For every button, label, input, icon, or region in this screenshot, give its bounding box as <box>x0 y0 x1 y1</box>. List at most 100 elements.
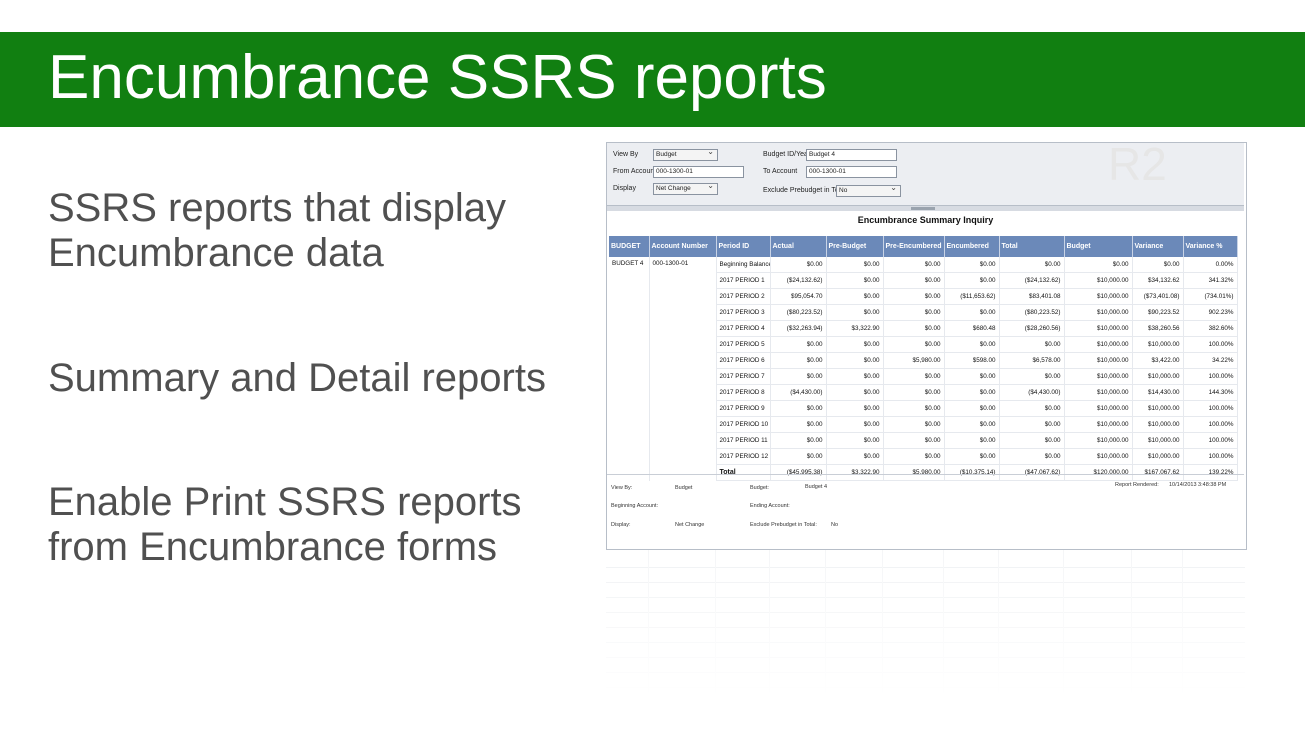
value-cell: $0.00 <box>826 304 884 321</box>
period-id-cell: 2017 PERIOD 5 <box>716 336 771 353</box>
value-cell: ($24,132.62) <box>999 272 1065 289</box>
value-cell: $10,000.00 <box>1064 288 1133 305</box>
exclude-prebudget-select[interactable]: No <box>836 183 901 197</box>
reflection-line <box>606 612 1245 613</box>
column-header[interactable]: Variance % <box>1183 236 1238 257</box>
view-by-select[interactable]: Budget <box>653 147 718 161</box>
value-cell: $0.00 <box>826 416 884 433</box>
period-id-cell: 2017 PERIOD 4 <box>716 320 771 337</box>
value-cell: $0.00 <box>883 336 945 353</box>
value-cell: $0.00 <box>999 416 1065 433</box>
value-cell: ($32,263.94) <box>770 320 827 337</box>
to-account-label: To Account <box>763 168 798 175</box>
value-cell: $0.00 <box>770 257 827 273</box>
value-cell: $0.00 <box>999 368 1065 385</box>
value-cell: $0.00 <box>944 272 1000 289</box>
footer-beginning-account-label: Beginning Account: <box>611 503 659 509</box>
column-header[interactable]: BUDGET <box>609 236 650 257</box>
value-cell: $0.00 <box>999 448 1065 465</box>
value-cell: 100.00% <box>1183 400 1238 417</box>
value-cell: $0.00 <box>944 257 1000 273</box>
splitter-grip-icon[interactable] <box>911 207 935 210</box>
value-cell: $0.00 <box>944 416 1000 433</box>
value-cell: $0.00 <box>826 400 884 417</box>
reflection-line <box>606 567 1245 568</box>
value-cell: $10,000.00 <box>1064 352 1133 369</box>
value-cell: $0.00 <box>770 368 827 385</box>
footer-separator <box>607 474 1244 475</box>
display-select[interactable]: Net Change <box>653 181 718 195</box>
table-row: BUDGET 4 000-1300-01 Beginning Balances $0.… <box>609 257 1238 481</box>
value-cell: $0.00 <box>944 304 1000 321</box>
value-cell: $0.00 <box>883 384 945 401</box>
value-cell: $14,430.00 <box>1132 384 1184 401</box>
to-account-field[interactable]: 000-1300-01 <box>806 166 897 178</box>
value-cell: $90,223.52 <box>1132 304 1184 321</box>
splitter-bar[interactable] <box>607 206 1244 211</box>
value-cell: 139.22% <box>1183 464 1238 481</box>
value-cell: 0.00% <box>1183 257 1238 273</box>
value-cell: $10,000.00 <box>1132 448 1184 465</box>
column-header[interactable]: Budget <box>1064 236 1133 257</box>
value-cell: $10,000.00 <box>1064 432 1133 449</box>
value-cell: $10,000.00 <box>1064 304 1133 321</box>
value-cell: $0.00 <box>944 448 1000 465</box>
slide-title: Encumbrance SSRS reports <box>48 43 827 112</box>
column-header[interactable]: Encumbered <box>944 236 1000 257</box>
value-cell: ($80,223.52) <box>770 304 827 321</box>
value-cell: ($4,430.00) <box>999 384 1065 401</box>
from-account-field[interactable]: 000-1300-01 <box>653 166 744 178</box>
column-header[interactable]: Total <box>999 236 1065 257</box>
value-cell: $10,000.00 <box>1132 400 1184 417</box>
value-cell: ($11,653.62) <box>944 288 1000 305</box>
value-cell: $0.00 <box>883 320 945 337</box>
value-cell: $0.00 <box>1132 257 1184 273</box>
column-header[interactable]: Pre-Encumbered <box>883 236 945 257</box>
value-cell: $598.00 <box>944 352 1000 369</box>
value-cell: $0.00 <box>944 336 1000 353</box>
value-cell: $10,000.00 <box>1132 336 1184 353</box>
value-cell: $10,000.00 <box>1064 400 1133 417</box>
view-by-label: View By <box>613 151 639 158</box>
footer-rendered-label: Report Rendered: <box>1115 482 1159 488</box>
summary-table: BUDGET Account Number Period ID Actual Pre-B… <box>609 236 1238 481</box>
reflection-column <box>1131 550 1132 700</box>
value-cell: $10,000.00 <box>1064 336 1133 353</box>
value-cell: $0.00 <box>770 336 827 353</box>
value-cell: $95,054.70 <box>770 288 827 305</box>
value-cell: $0.00 <box>826 368 884 385</box>
reflection-line <box>606 642 1245 643</box>
footer-exclude-label: Exclude Prebudget in Total: <box>750 522 817 528</box>
value-cell: $0.00 <box>826 352 884 369</box>
value-cell: $0.00 <box>883 272 945 289</box>
value-cell: $0.00 <box>826 272 884 289</box>
value-cell: ($45,995.38) <box>770 464 827 481</box>
value-cell: $120,000.00 <box>1064 464 1133 481</box>
footer-display-value: Net Change <box>675 522 705 528</box>
column-header[interactable]: Actual <box>770 236 827 257</box>
column-header[interactable]: Period ID <box>716 236 771 257</box>
value-cell: $0.00 <box>770 400 827 417</box>
footer-view-by-label: View By: <box>611 485 633 491</box>
value-cell: 382.60% <box>1183 320 1238 337</box>
value-cell: (734.01%) <box>1183 288 1238 305</box>
value-cell: 902.23% <box>1183 304 1238 321</box>
value-cell: ($28,260.56) <box>999 320 1065 337</box>
period-id-cell: 2017 PERIOD 11 <box>716 432 771 449</box>
value-cell: $0.00 <box>826 432 884 449</box>
budget-id-field[interactable]: Budget 4 <box>806 149 897 161</box>
value-cell: $3,322.90 <box>826 464 884 481</box>
value-cell: ($47,067.62) <box>999 464 1065 481</box>
value-cell: $0.00 <box>999 336 1065 353</box>
period-id-cell: 2017 PERIOD 9 <box>716 400 771 417</box>
value-cell: $0.00 <box>883 432 945 449</box>
value-cell: $3,322.90 <box>826 320 884 337</box>
period-id-cell: 2017 PERIOD 10 <box>716 416 771 433</box>
column-header[interactable]: Account Number <box>649 236 717 257</box>
value-cell: $34,132.62 <box>1132 272 1184 289</box>
footer-view-by-value: Budget <box>675 485 693 491</box>
value-cell: 100.00% <box>1183 432 1238 449</box>
value-cell: 34.22% <box>1183 352 1238 369</box>
column-header[interactable]: Pre-Budget <box>826 236 884 257</box>
column-header[interactable]: Variance <box>1132 236 1184 257</box>
